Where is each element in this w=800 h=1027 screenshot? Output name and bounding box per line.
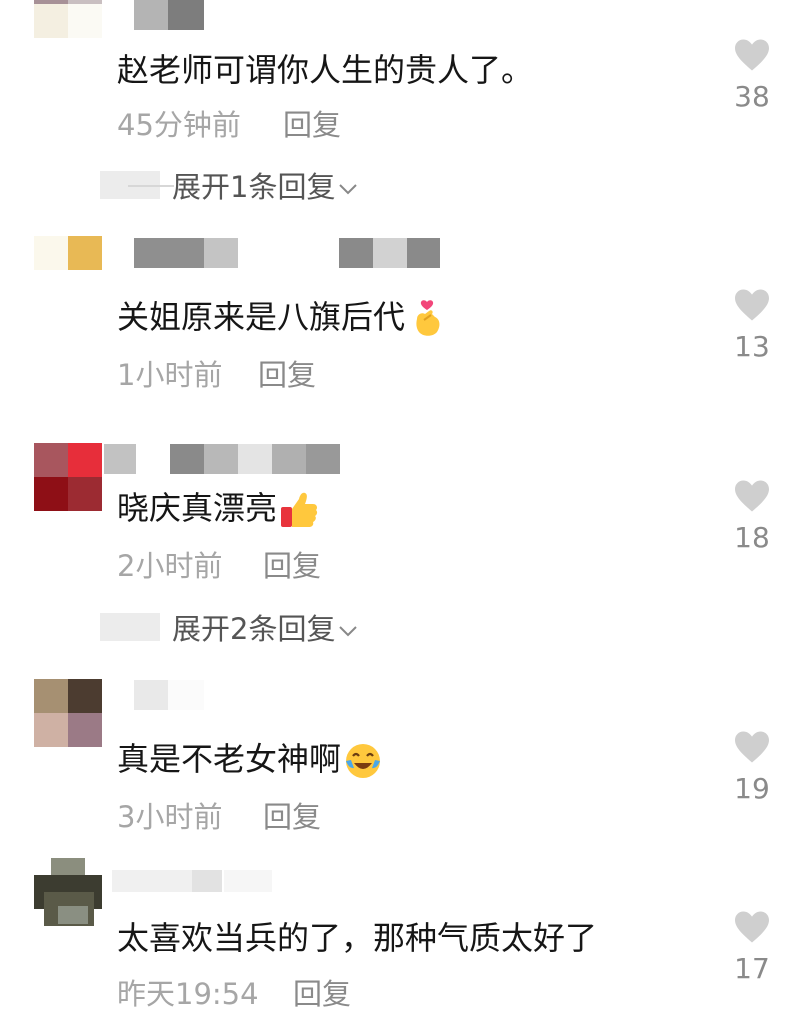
- comment-time: 昨天19:54: [117, 977, 259, 1011]
- comment-text: 晓庆真漂亮: [117, 488, 319, 530]
- chevron-down-icon: [339, 626, 358, 637]
- heart-icon: [735, 731, 769, 763]
- like-button[interactable]: 38: [726, 38, 778, 114]
- like-count: 18: [734, 521, 770, 554]
- username-blurred[interactable]: [104, 444, 340, 474]
- reply-button[interactable]: 回复: [263, 800, 321, 834]
- like-button[interactable]: 13: [726, 288, 778, 364]
- username-blurred[interactable]: [134, 0, 204, 30]
- comment-time: 2小时前: [117, 549, 223, 583]
- avatar[interactable]: [34, 0, 102, 38]
- like-count: 13: [734, 330, 770, 363]
- reply-button[interactable]: 回复: [283, 108, 341, 142]
- like-count: 38: [734, 80, 770, 113]
- heart-icon: [735, 480, 769, 512]
- expand-replies-label: 展开1条回复: [172, 170, 336, 204]
- comment-time: 3小时前: [117, 800, 223, 834]
- heart-icon: [735, 911, 769, 943]
- like-button[interactable]: 19: [726, 730, 778, 806]
- avatar[interactable]: [34, 858, 102, 926]
- reply-button[interactable]: 回复: [263, 549, 321, 583]
- avatar[interactable]: [34, 236, 102, 304]
- tears-of-joy-emoji: [346, 744, 381, 778]
- like-button[interactable]: 17: [726, 910, 778, 986]
- expand-replies-label: 展开2条回复: [172, 612, 336, 646]
- finger-heart-emoji: [416, 300, 440, 336]
- username-blurred[interactable]: [112, 870, 272, 900]
- like-count: 17: [734, 952, 770, 985]
- heart-icon: [735, 39, 769, 71]
- avatar[interactable]: [34, 443, 102, 511]
- avatar[interactable]: [34, 679, 102, 747]
- thumbs-up-emoji: [281, 492, 318, 527]
- username-blurred[interactable]: [134, 680, 204, 710]
- comment-text: 真是不老女神啊: [117, 739, 383, 781]
- comment-time: 45分钟前: [117, 108, 241, 142]
- reply-button[interactable]: 回复: [258, 358, 316, 392]
- like-count: 19: [734, 772, 770, 805]
- username-blurred[interactable]: [134, 238, 440, 268]
- heart-icon: [735, 289, 769, 321]
- chevron-down-icon: [339, 184, 358, 195]
- reply-button[interactable]: 回复: [293, 977, 351, 1011]
- like-button[interactable]: 18: [726, 479, 778, 555]
- comment-text: 太喜欢当兵的了，那种气质太好了: [117, 919, 598, 957]
- comment-time: 1小时前: [117, 358, 223, 392]
- comment-text: 赵老师可谓你人生的贵人了。: [117, 51, 534, 89]
- comment-text: 关姐原来是八旗后代: [117, 297, 447, 339]
